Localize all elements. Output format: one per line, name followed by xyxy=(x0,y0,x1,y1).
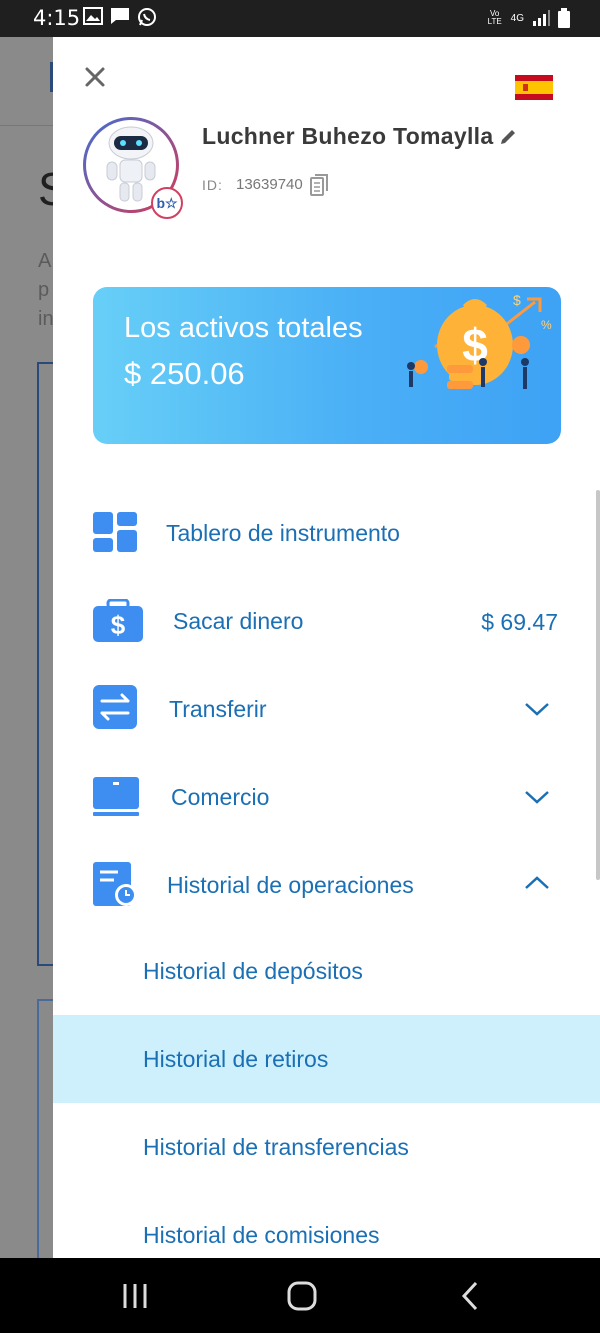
copy-icon[interactable] xyxy=(310,174,328,196)
chevron-down-icon[interactable] xyxy=(524,701,550,717)
menu-item-history[interactable]: Historial de operaciones xyxy=(53,839,600,927)
volte-badge: Vo LTE xyxy=(487,9,502,26)
id-label: ID: xyxy=(202,177,223,193)
menu-item-label: Comercio xyxy=(171,784,270,810)
submenu-item-label: Historial de retiros xyxy=(143,1046,329,1072)
system-icons: Vo LTE 4G xyxy=(487,8,570,28)
back-icon[interactable] xyxy=(450,1280,490,1312)
menu-item-label: Sacar dinero xyxy=(173,608,304,634)
home-icon[interactable] xyxy=(282,1280,322,1312)
submenu-item-label: Historial de comisiones xyxy=(143,1222,380,1248)
close-icon[interactable] xyxy=(79,61,111,93)
submenu-item-label: Historial de transferencias xyxy=(143,1134,409,1160)
side-drawer: b☆ Luchner Buhezo Tomaylla ID: 13639740 … xyxy=(53,37,600,1258)
network-type: 4G xyxy=(510,12,524,24)
menu-item-transfer[interactable]: Transferir xyxy=(53,663,600,751)
submenu-item-withdrawal-history[interactable]: Historial de retiros xyxy=(53,1015,600,1103)
menu-item-label: Transferir xyxy=(169,696,267,722)
total-assets-label: Los activos totales xyxy=(124,312,363,344)
total-assets-card[interactable]: Los activos totales $ 250.06 $ $ % xyxy=(93,287,561,444)
background-text: A p in xyxy=(38,250,54,330)
message-icon xyxy=(111,8,129,24)
spain-flag-icon[interactable] xyxy=(515,75,553,100)
edit-pencil-icon[interactable] xyxy=(498,127,518,147)
drawer-scrollbar[interactable] xyxy=(596,490,600,880)
menu-item-trade[interactable]: Comercio xyxy=(53,751,600,839)
submenu-item-commission-history[interactable]: Historial de comisiones xyxy=(53,1191,600,1258)
whatsapp-icon xyxy=(138,8,156,26)
avatar[interactable]: b☆ xyxy=(83,117,183,219)
dashboard-icon xyxy=(93,512,137,552)
history-clock-icon xyxy=(93,862,137,906)
money-bag-illustration-icon: $ $ % xyxy=(407,292,552,389)
laptop-icon xyxy=(93,777,139,816)
status-time: 4:15 xyxy=(33,6,81,30)
menu-item-withdraw[interactable]: $ Sacar dinero $ 69.47 xyxy=(53,575,600,663)
id-value: 13639740 xyxy=(236,176,303,193)
submenu-item-label: Historial de depósitos xyxy=(143,958,363,984)
notification-icons xyxy=(83,7,157,27)
svg-text:$: $ xyxy=(513,292,521,308)
wallet-dollar-icon: $ xyxy=(93,599,143,642)
menu-item-label: Historial de operaciones xyxy=(167,872,414,898)
svg-text:$: $ xyxy=(111,610,126,640)
navigation-bar xyxy=(0,1258,600,1333)
status-bar: 4:15 Vo LTE 4G xyxy=(0,0,600,37)
svg-text:%: % xyxy=(541,318,552,332)
chevron-down-icon[interactable] xyxy=(524,789,550,805)
recent-apps-icon[interactable] xyxy=(115,1280,155,1312)
menu-item-dashboard[interactable]: Tablero de instrumento xyxy=(53,487,600,575)
total-assets-amount: $ 250.06 xyxy=(124,356,245,391)
withdraw-balance: $ 69.47 xyxy=(481,609,558,635)
menu-item-label: Tablero de instrumento xyxy=(166,520,400,546)
chevron-up-icon[interactable] xyxy=(524,875,550,891)
submenu-item-transfer-history[interactable]: Historial de transferencias xyxy=(53,1103,600,1191)
battery-icon xyxy=(558,8,570,28)
level-badge-icon: b☆ xyxy=(151,187,183,219)
profile-name: Luchner Buhezo Tomaylla xyxy=(202,123,494,149)
transfer-arrows-icon xyxy=(93,685,137,729)
gallery-icon xyxy=(83,7,103,25)
submenu-item-deposit-history[interactable]: Historial de depósitos xyxy=(53,927,600,1015)
signal-icon xyxy=(533,10,550,26)
